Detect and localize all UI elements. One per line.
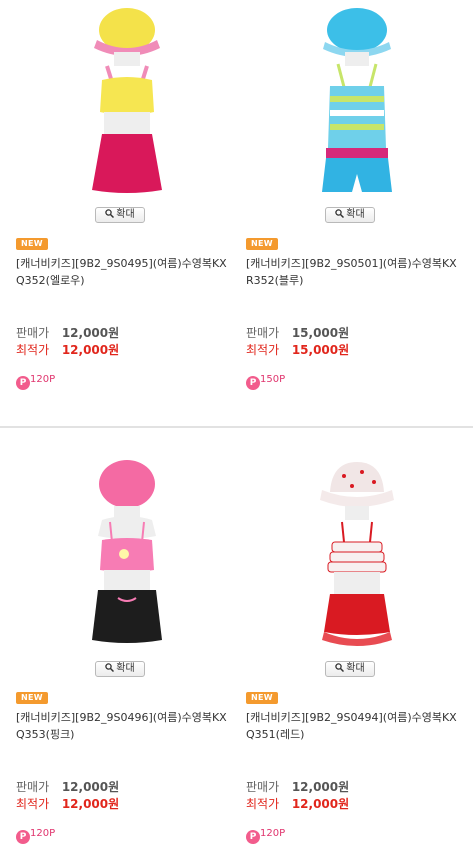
best-price-row: 최적가 12,000원 [16,796,119,812]
points-info: P 120P [16,826,56,844]
best-price-label: 최적가 [246,797,280,811]
sale-price-label: 판매가 [246,326,280,340]
sale-price-row: 판매가 12,000원 [16,779,119,795]
best-price-label: 최적가 [16,797,50,811]
product-title-link[interactable]: [캐너비키즈][9B2_9S0501](여름)수영복KXR352(블루) [246,255,461,289]
product-image[interactable] [282,2,432,202]
product-card: 확대 NEW [캐너비키즈][9B2_9S0494](여름)수영복KXQ351(… [242,456,467,848]
points-info: P 120P [16,372,56,390]
zoom-label: 확대 [116,209,135,220]
sale-price-row: 판매가 15,000원 [246,325,349,341]
magnifier-icon [105,209,115,218]
product-card: 확대 NEW [캐너비키즈][9B2_9S0495](여름)수영복KXQ352(… [12,2,237,412]
best-price-row: 최적가 15,000원 [246,342,349,358]
zoom-label: 확대 [346,663,365,674]
sale-price-value: 12,000원 [291,780,350,794]
best-price-value: 12,000원 [291,797,350,811]
magnifier-icon [335,663,345,672]
sale-price-value: 15,000원 [291,326,350,340]
product-image[interactable] [282,456,432,656]
best-price-label: 최적가 [16,343,50,357]
best-price-row: 최적가 12,000원 [246,796,349,812]
point-icon: P [16,830,30,844]
sale-price-value: 12,000원 [61,780,120,794]
sale-price-row: 판매가 12,000원 [246,779,349,795]
product-card: 확대 NEW [캐너비키즈][9B2_9S0501](여름)수영복KXR352(… [242,2,467,412]
new-badge: NEW [16,692,48,704]
points-value: 150P [260,374,286,385]
product-grid: 확대 NEW [캐너비키즈][9B2_9S0495](여름)수영복KXQ352(… [0,0,473,848]
points-info: P 150P [246,372,286,390]
best-price-value: 15,000원 [291,343,350,357]
zoom-label: 확대 [116,663,135,674]
product-image[interactable] [52,456,202,656]
best-price-label: 최적가 [246,343,280,357]
magnifier-icon [335,209,345,218]
new-badge: NEW [246,692,278,704]
product-title-link[interactable]: [캐너비키즈][9B2_9S0494](여름)수영복KXQ351(레드) [246,709,461,743]
product-title-link[interactable]: [캐너비키즈][9B2_9S0496](여름)수영복KXQ353(핑크) [16,709,231,743]
best-price-row: 최적가 12,000원 [16,342,119,358]
product-title-link[interactable]: [캐너비키즈][9B2_9S0495](여름)수영복KXQ352(엘로우) [16,255,231,289]
sale-price-value: 12,000원 [61,326,120,340]
best-price-value: 12,000원 [61,797,120,811]
magnifier-icon [105,663,115,672]
points-value: 120P [30,828,56,839]
zoom-label: 확대 [346,209,365,220]
sale-price-label: 판매가 [246,780,280,794]
points-info: P 120P [246,826,286,844]
sale-price-label: 판매가 [16,326,50,340]
point-icon: P [246,830,260,844]
points-value: 120P [260,828,286,839]
zoom-button[interactable]: 확대 [325,207,375,223]
point-icon: P [16,376,30,390]
best-price-value: 12,000원 [61,343,120,357]
new-badge: NEW [16,238,48,250]
points-value: 120P [30,374,56,385]
sale-price-row: 판매가 12,000원 [16,325,119,341]
point-icon: P [246,376,260,390]
product-image[interactable] [52,2,202,202]
zoom-button[interactable]: 확대 [325,661,375,677]
new-badge: NEW [246,238,278,250]
zoom-button[interactable]: 확대 [95,661,145,677]
zoom-button[interactable]: 확대 [95,207,145,223]
row-divider [0,426,473,428]
product-card: 확대 NEW [캐너비키즈][9B2_9S0496](여름)수영복KXQ353(… [12,456,237,848]
sale-price-label: 판매가 [16,780,50,794]
